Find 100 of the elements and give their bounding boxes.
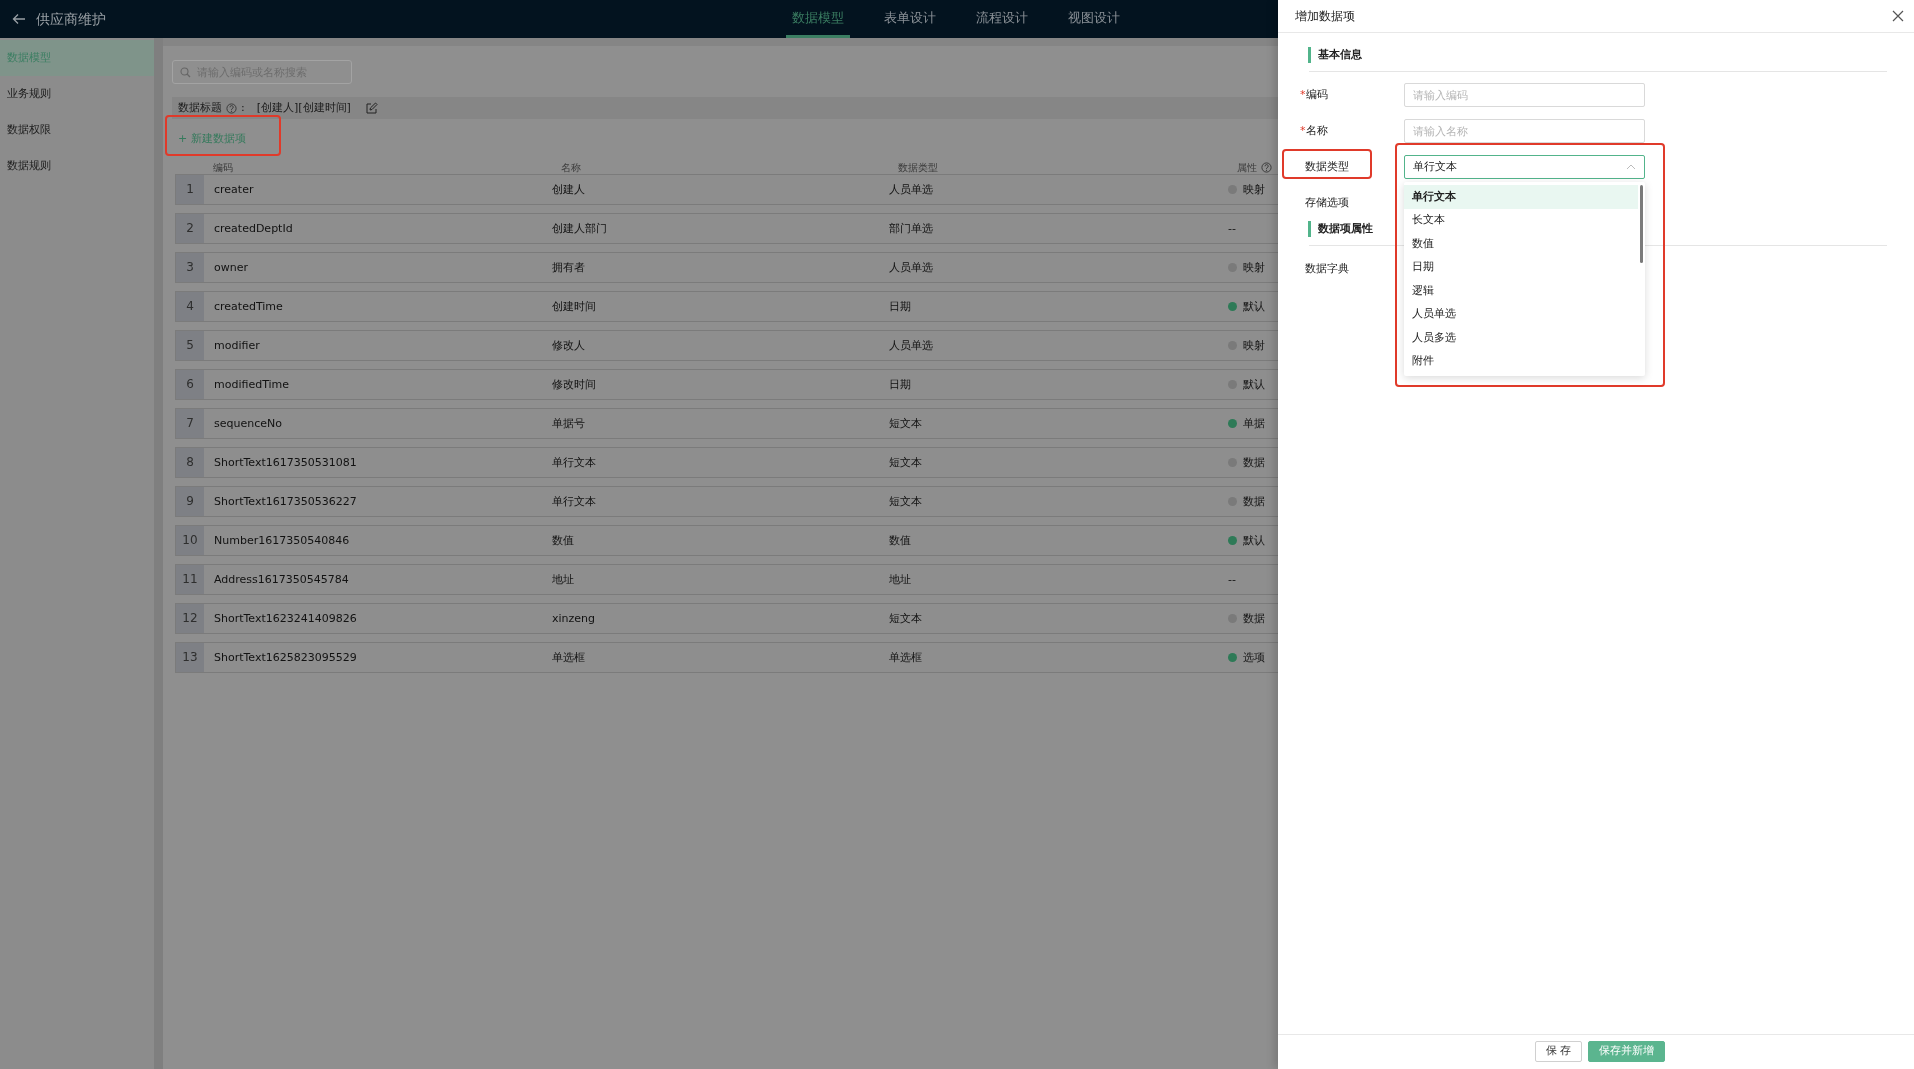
select-value: 单行文本 (1413, 158, 1457, 175)
table-cell-text: 单据 (1243, 416, 1265, 432)
sidebar-item[interactable]: 业务规则 (0, 76, 154, 112)
save-button[interactable]: 保 存 (1534, 1040, 1583, 1062)
section-title: 基本信息 (1308, 47, 1362, 63)
table-cell: 短文本 (889, 417, 922, 430)
column-header: 名称 (561, 162, 581, 173)
table-cell: owner (214, 261, 248, 274)
table-cell: modifiedTime (214, 378, 290, 391)
table-cell: createdDeptId (214, 222, 293, 235)
row-number: 3 (176, 253, 204, 282)
row-number: 4 (176, 292, 204, 321)
table-cell: xinzeng (552, 612, 596, 625)
table-cell: 人员单选 (889, 183, 933, 196)
table-cell-text: 选项 (1243, 650, 1265, 666)
table-cell: Number1617350540846 (214, 534, 350, 547)
table-cell-text: 映射 (1243, 182, 1265, 198)
close-icon (1892, 10, 1904, 22)
table-cell: 短文本 (889, 612, 922, 625)
table-cell: createdTime (214, 300, 283, 313)
table-cell: 单行文本 (552, 495, 596, 508)
table-cell: 人员单选 (889, 339, 933, 352)
page-title: 供应商维护 (36, 9, 106, 29)
column-header: 编码 (213, 162, 233, 173)
row-number: 9 (176, 487, 204, 516)
nav-tab[interactable]: 表单设计 (878, 0, 942, 38)
table-cell: Address1617350545784 (214, 573, 349, 586)
field-label: : (241, 99, 245, 116)
table-cell: creater (214, 183, 254, 196)
section-title: 数据项属性 (1308, 221, 1373, 237)
nav-tab[interactable]: 视图设计 (1062, 0, 1126, 38)
table-cell: 修改人 (552, 339, 585, 352)
table-cell: 数值 (552, 534, 574, 547)
row-number: 5 (176, 331, 204, 360)
table-cell-text: 默认 (1243, 377, 1265, 393)
table-cell: ShortText1617350531081 (214, 456, 357, 469)
field-label: 数据标题 (178, 99, 222, 116)
field-label: *编码 (1300, 87, 1328, 101)
scrollbar-thumb[interactable] (1640, 185, 1643, 263)
table-cell-text: 数据 (1243, 494, 1265, 510)
table-cell: ShortText1623241409826 (214, 612, 357, 625)
table-cell: ShortText1625823095529 (214, 651, 357, 664)
table-cell: 地址 (552, 573, 574, 586)
input-field[interactable]: 请输入编码 (1404, 83, 1645, 107)
table-cell: 创建人 (552, 183, 585, 196)
field-label: 存储选项 (1305, 195, 1349, 209)
sidebar-item[interactable]: 数据权限 (0, 112, 154, 148)
row-number: 8 (176, 448, 204, 477)
drawer-title: 增加数据项 (1295, 8, 1355, 25)
table-cell-text: -- (1228, 572, 1236, 588)
table-cell: 短文本 (889, 495, 922, 508)
table-cell-text: 映射 (1243, 260, 1265, 276)
table-cell: 单选框 (552, 651, 585, 664)
row-number: 1 (176, 175, 204, 204)
table-cell-text: 默认 (1243, 299, 1265, 315)
help-icon (226, 102, 237, 114)
table-cell: 单行文本 (552, 456, 596, 469)
table-cell: 单选框 (889, 651, 922, 664)
table-cell-text: -- (1228, 221, 1236, 237)
row-number: 12 (176, 604, 204, 633)
table-cell: 日期 (889, 378, 911, 391)
title-value: [创建人][创建时间] (256, 99, 351, 116)
field-label: 数据类型 (1305, 159, 1349, 173)
sidebar-item[interactable]: 数据规则 (0, 148, 154, 184)
table-cell: 单据号 (552, 417, 585, 430)
field-label: *名称 (1300, 123, 1328, 137)
table-cell: 短文本 (889, 456, 922, 469)
table-cell: 创建时间 (552, 300, 596, 313)
column-header: 属性 (1237, 160, 1257, 175)
close-button[interactable] (1892, 10, 1904, 22)
dropdown-option[interactable]: 单行文本 (1404, 185, 1638, 209)
row-number: 6 (176, 370, 204, 399)
row-number: 10 (176, 526, 204, 555)
table-cell-text: 映射 (1243, 338, 1265, 354)
nav-tab[interactable]: 流程设计 (970, 0, 1034, 38)
back-arrow-icon[interactable] (12, 12, 26, 26)
table-cell: 数值 (889, 534, 911, 547)
table-cell: 拥有者 (552, 261, 585, 274)
edit-icon[interactable] (364, 101, 378, 115)
help-icon (1261, 161, 1272, 173)
nav-tab[interactable]: 数据模型 (786, 0, 850, 38)
table-cell: sequenceNo (214, 417, 282, 430)
table-cell: 日期 (889, 300, 911, 313)
row-number: 7 (176, 409, 204, 438)
table-cell-text: 数据 (1243, 455, 1265, 471)
table-cell: 地址 (889, 573, 911, 586)
input-field[interactable]: 请输入名称 (1404, 119, 1645, 143)
table-cell-text: 数据 (1243, 611, 1265, 627)
row-number: 11 (176, 565, 204, 594)
row-number: 2 (176, 214, 204, 243)
select-field[interactable]: 单行文本 (1404, 155, 1645, 179)
caret-icon (1626, 164, 1636, 170)
column-header: 数据类型 (898, 162, 938, 173)
table-cell: 修改时间 (552, 378, 596, 391)
table-cell: 人员单选 (889, 261, 933, 274)
table-cell: 部门单选 (889, 222, 933, 235)
field-label: 数据字典 (1305, 261, 1349, 275)
table-cell-text: 默认 (1243, 533, 1265, 549)
row-number: 13 (176, 643, 204, 672)
table-cell: ShortText1617350536227 (214, 495, 357, 508)
